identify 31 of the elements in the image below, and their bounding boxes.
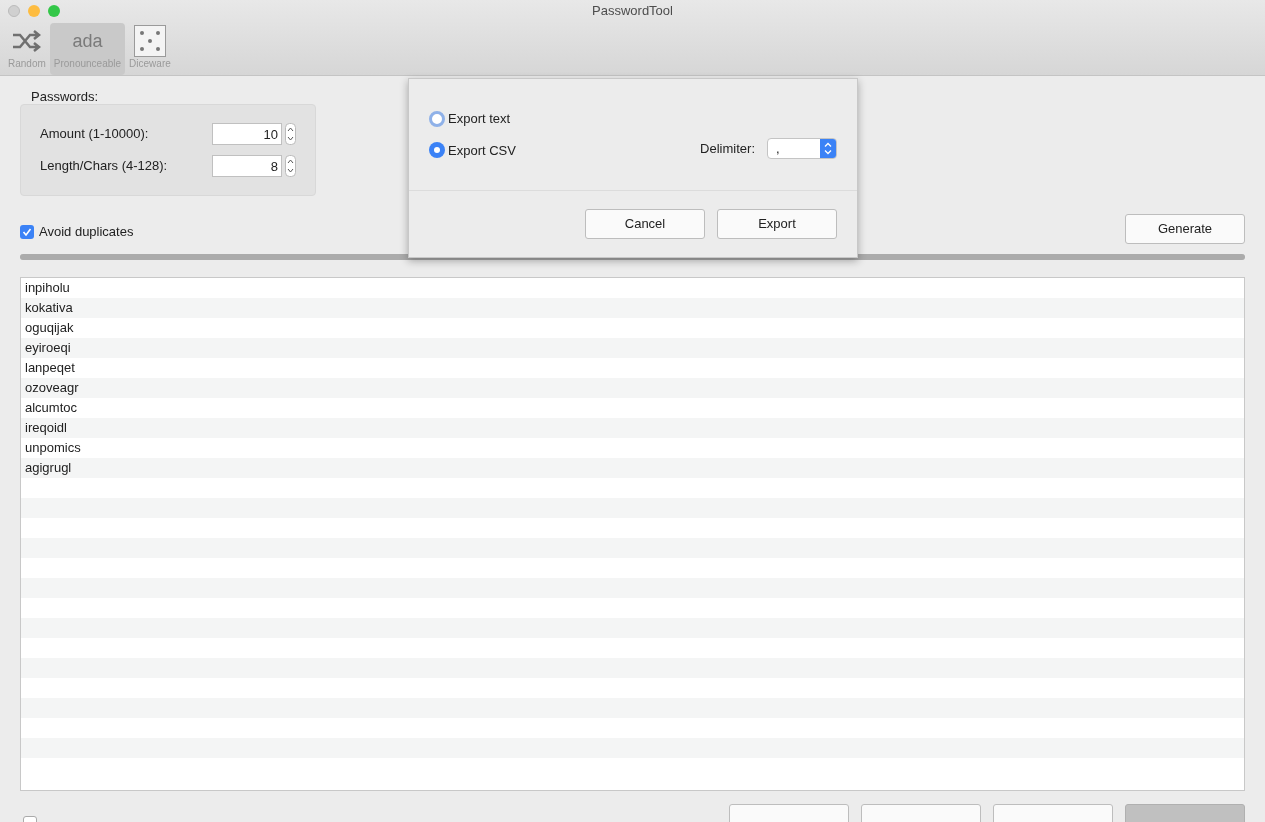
number-field[interactable]: 10	[212, 123, 282, 145]
stepper-icon[interactable]	[285, 123, 296, 145]
password-row[interactable]: eyiroeqi	[21, 338, 1244, 358]
password-row[interactable]: ozoveagr	[21, 378, 1244, 398]
sheet-button[interactable]: Export	[717, 209, 837, 239]
password-row[interactable]: kokativa	[21, 298, 1244, 318]
generate-button[interactable]: Generate	[1125, 214, 1245, 244]
password-row[interactable]: ireqoidl	[21, 418, 1244, 438]
close-button[interactable]	[8, 5, 20, 17]
minimize-button[interactable]	[28, 5, 40, 17]
field-label: Amount (1-10000):	[40, 125, 150, 144]
delimiter-dropdown[interactable]: ,	[767, 138, 837, 159]
delimiter-label: Delimiter:	[700, 139, 755, 158]
radio-label: Export CSV	[448, 141, 516, 160]
dice-icon	[133, 25, 166, 57]
radio-label: Export text	[448, 110, 511, 128]
radio-button[interactable]	[429, 142, 445, 159]
window-title: PasswordTool	[592, 2, 673, 21]
ada-glyph: ada	[72, 32, 103, 50]
dropdown-arrows-icon	[820, 139, 836, 158]
sheet-button[interactable]: Cancel	[585, 209, 705, 239]
radio-button[interactable]	[429, 110, 445, 127]
shuffle-icon	[11, 30, 42, 52]
zoom-button[interactable]	[48, 5, 60, 17]
checkbox[interactable]	[20, 225, 34, 239]
group-title: Passwords:	[31, 90, 100, 103]
field-label: Length/Chars (4-128):	[40, 157, 169, 176]
number-field[interactable]: 8	[212, 155, 282, 177]
stepper-icon[interactable]	[285, 155, 296, 177]
password-row[interactable]: agigrugl	[21, 458, 1244, 478]
checkbox-label: Avoid duplicates	[39, 223, 134, 242]
